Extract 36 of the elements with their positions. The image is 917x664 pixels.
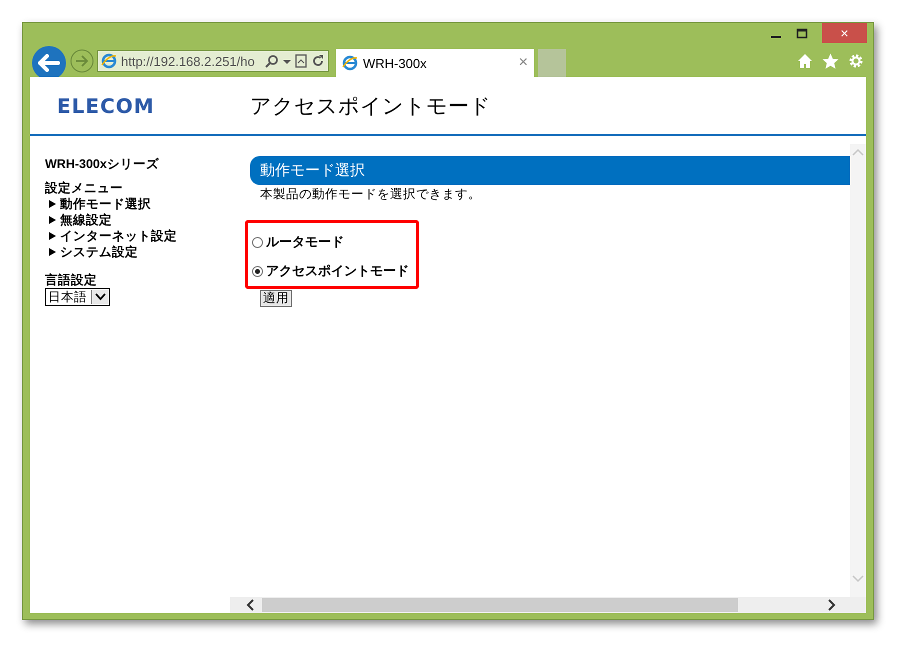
bullet-icon (49, 248, 56, 256)
browser-e-icon (101, 53, 117, 69)
refresh-icon[interactable] (311, 54, 325, 68)
close-button[interactable]: × (822, 23, 867, 43)
bullet-icon (49, 216, 56, 224)
page-icon[interactable] (295, 54, 307, 68)
tab-close-button[interactable]: × (518, 54, 528, 72)
logo: ELECOM (57, 94, 156, 118)
menu-link[interactable]: 無線設定 (60, 212, 112, 228)
url-text: http://192.168.2.251/ho (121, 54, 256, 68)
scroll-left-icon[interactable] (246, 599, 254, 611)
tab-title: WRH-300x (363, 56, 428, 70)
menu-link[interactable]: システム設定 (60, 244, 138, 260)
search-icon[interactable] (265, 54, 279, 68)
section-header: 動作モード選択 (250, 156, 850, 185)
browser-e-icon (342, 55, 358, 71)
language-label: 言語設定 (45, 272, 97, 288)
bullet-icon (49, 200, 56, 208)
radio-option[interactable]: ルータモード (252, 233, 416, 251)
scroll-right-icon[interactable] (828, 599, 836, 611)
bullet-icon (49, 232, 56, 240)
radio-option[interactable]: アクセスポイントモード (252, 262, 416, 280)
apply-button[interactable]: 適用 (260, 290, 292, 307)
browser-tab[interactable]: WRH-300x × (336, 49, 534, 77)
menu-link[interactable]: インターネット設定 (60, 228, 177, 244)
horizontal-scrollbar[interactable] (230, 597, 866, 613)
language-select[interactable]: 日本語 (45, 288, 110, 306)
description-text: 本製品の動作モードを選択できます。 (260, 186, 481, 203)
series-name: WRH-300xシリーズ (45, 156, 159, 172)
menu-link[interactable]: 動作モード選択 (60, 196, 151, 212)
menu-title: 設定メニュー (45, 180, 123, 196)
address-bar[interactable]: http://192.168.2.251/ho (97, 50, 329, 72)
star-icon[interactable] (822, 52, 839, 70)
page-title: アクセスポイントモード (250, 94, 491, 120)
scrollbar-thumb[interactable] (262, 598, 738, 612)
maximize-icon[interactable] (796, 28, 808, 40)
